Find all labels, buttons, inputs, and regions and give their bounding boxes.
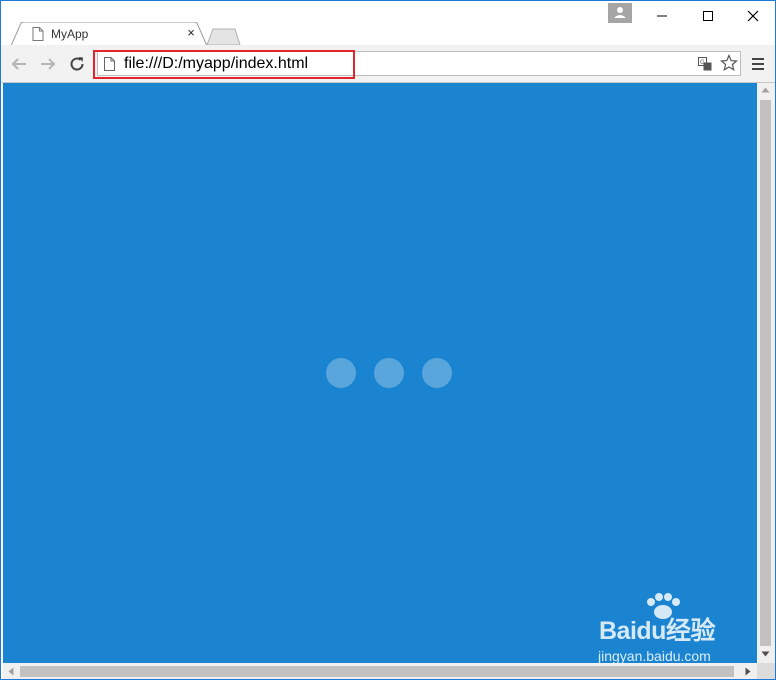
profile-button[interactable]: [608, 3, 632, 23]
horizontal-scroll-thumb[interactable]: [20, 666, 734, 677]
tab-close-icon[interactable]: ×: [184, 26, 198, 40]
scroll-up-icon[interactable]: [761, 87, 770, 93]
star-icon[interactable]: [720, 54, 738, 72]
translate-icon[interactable]: G: [698, 57, 712, 71]
scroll-right-icon[interactable]: [745, 667, 751, 676]
back-button[interactable]: [9, 54, 29, 74]
new-tab-button[interactable]: [205, 28, 241, 45]
close-window-button[interactable]: [730, 1, 776, 31]
baidu-watermark: Baidu经验 jingyan.baidu.com: [595, 593, 745, 664]
reload-button[interactable]: [67, 54, 87, 74]
tab-title: MyApp: [51, 27, 89, 41]
svg-text:G: G: [700, 59, 705, 66]
scroll-left-icon[interactable]: [8, 667, 14, 676]
page-content: Baidu经验 jingyan.baidu.com: [3, 83, 757, 664]
page-icon: [32, 27, 44, 41]
vertical-scroll-thumb[interactable]: [760, 100, 771, 646]
reload-icon: [70, 57, 84, 71]
tab-myapp[interactable]: MyApp ×: [11, 22, 207, 46]
minimize-button[interactable]: [639, 1, 685, 31]
scrollbar-corner: [757, 663, 775, 679]
vertical-scrollbar[interactable]: [757, 83, 775, 663]
maximize-icon: [703, 11, 713, 21]
loading-dot: [374, 358, 404, 388]
user-icon: [614, 7, 626, 18]
loading-dot: [422, 358, 452, 388]
scroll-down-icon[interactable]: [761, 651, 770, 657]
watermark-site: jingyan.baidu.com: [598, 648, 711, 664]
title-bar: MyApp ×: [1, 1, 776, 46]
minimize-icon: [657, 15, 667, 17]
arrow-left-icon: [11, 58, 26, 70]
loading-dot: [326, 358, 356, 388]
horizontal-scrollbar[interactable]: [3, 663, 757, 679]
forward-button[interactable]: [38, 54, 58, 74]
close-icon: [747, 10, 759, 22]
browser-window: MyApp × file:///D:/myapp/index.html G Ba…: [0, 0, 776, 680]
watermark-brand: Baidu经验: [599, 617, 715, 645]
url-highlight-box: [93, 50, 355, 79]
menu-icon[interactable]: [751, 57, 765, 71]
arrow-right-icon: [41, 58, 56, 70]
maximize-button[interactable]: [685, 1, 731, 31]
